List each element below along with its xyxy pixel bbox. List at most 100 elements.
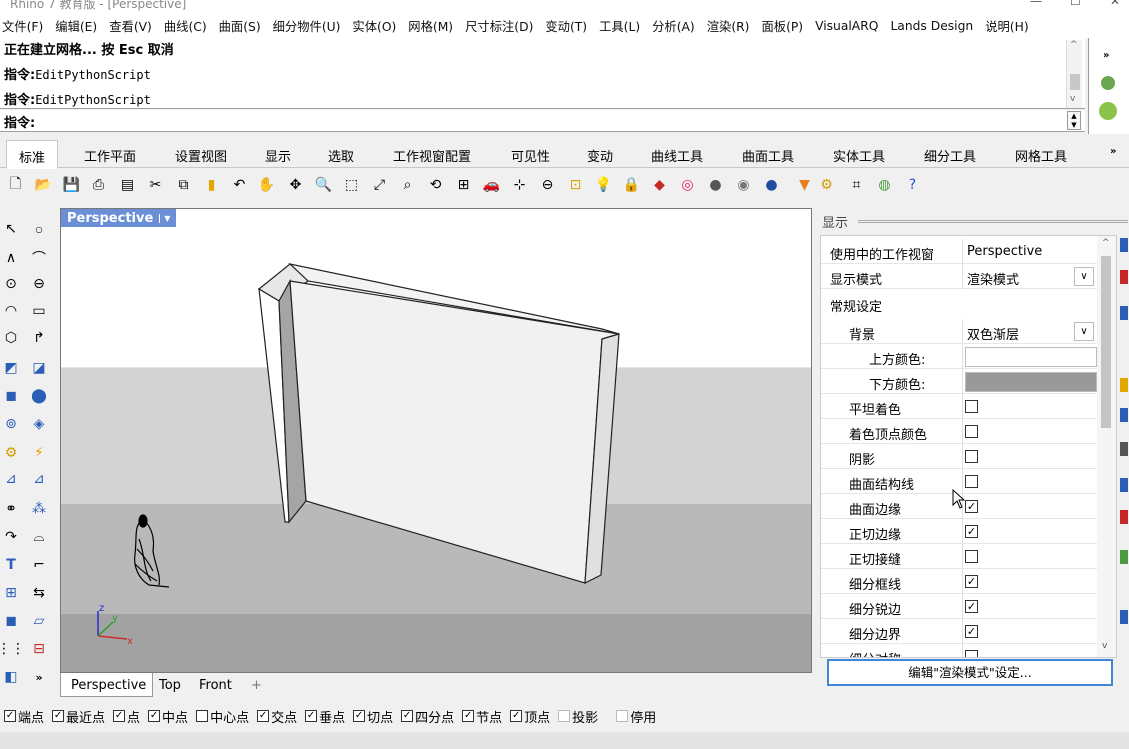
cut-icon[interactable]: ✂	[145, 174, 166, 195]
pan-icon[interactable]: ✋	[256, 174, 277, 195]
box-icon[interactable]: ◼	[0, 385, 22, 407]
menu-mesh[interactable]: 网格(M)	[408, 17, 453, 35]
text-icon[interactable]: T	[0, 554, 22, 576]
menu-view[interactable]: 查看(V)	[109, 17, 152, 35]
paste-icon[interactable]: ▮	[201, 174, 222, 195]
chevron-down-icon[interactable]: ▼	[159, 213, 170, 223]
circle-icon[interactable]: ⊙	[0, 273, 22, 295]
zoom-extents-icon[interactable]: ⤢	[369, 174, 390, 195]
osnap-project[interactable]: 投影	[558, 707, 598, 726]
menu-render[interactable]: 渲染(R)	[707, 17, 750, 35]
analyze-icon[interactable]: ◧	[0, 666, 22, 688]
menu-subd[interactable]: 细分物件(U)	[273, 17, 341, 35]
option-checkbox[interactable]: ✓	[965, 625, 978, 638]
rectangle-icon[interactable]: ▭	[28, 300, 50, 322]
sphere-render-icon[interactable]: ●	[705, 174, 726, 195]
sphere-shaded-icon[interactable]: ◉	[733, 174, 754, 195]
row-option[interactable]: 阴影	[821, 444, 1099, 469]
osnap-end[interactable]: ✓ 端点	[4, 707, 44, 726]
menu-surface[interactable]: 曲面(S)	[219, 17, 261, 35]
menu-dimension[interactable]: 尺寸标注(D)	[465, 17, 533, 35]
car-icon[interactable]: 🚗	[481, 174, 502, 195]
osnap-vertex[interactable]: ✓ 顶点	[510, 707, 550, 726]
menu-edit[interactable]: 编辑(E)	[55, 17, 97, 35]
option-checkbox[interactable]	[965, 425, 978, 438]
tree-icon[interactable]	[1101, 76, 1115, 90]
undo-view-icon[interactable]: ⟲	[425, 174, 446, 195]
option-checkbox[interactable]	[965, 650, 978, 657]
tab-select[interactable]: 选取	[328, 146, 354, 165]
cplane-icon[interactable]: ⊖	[537, 174, 558, 195]
scroll-thumb[interactable]	[1101, 256, 1111, 428]
tab-set-view[interactable]: 设置视图	[175, 146, 227, 165]
split-icon[interactable]: ⁂	[28, 498, 50, 520]
new-file-icon[interactable]: 🗋	[5, 174, 26, 195]
menu-help[interactable]: 说明(H)	[985, 17, 1028, 35]
menu-file[interactable]: 文件(F)	[2, 17, 43, 35]
display-mode-select[interactable]: 渲染模式	[967, 269, 1019, 288]
option-checkbox[interactable]: ✓	[965, 600, 978, 613]
fillet-curve-icon[interactable]: ↱	[28, 327, 50, 349]
osnap-disable[interactable]: 停用	[616, 707, 656, 726]
lock-icon[interactable]: 🔒	[621, 174, 642, 195]
side-tool-icon[interactable]	[1120, 270, 1128, 284]
option-checkbox[interactable]: ✓	[965, 500, 978, 513]
side-tool-icon[interactable]	[1120, 550, 1128, 564]
mesh-plane-icon[interactable]: ◈	[28, 413, 50, 435]
pointer-icon[interactable]: ▼	[794, 174, 815, 195]
lightning-icon[interactable]: ⚡	[28, 442, 50, 464]
command-input[interactable]: 指令:	[0, 110, 1085, 132]
side-tool-icon[interactable]	[1120, 378, 1128, 392]
tab-transform[interactable]: 变动	[587, 146, 613, 165]
print-icon[interactable]: ⎙	[88, 174, 109, 195]
polygon-icon[interactable]: ⬡	[0, 327, 22, 349]
row-option[interactable]: 平坦着色	[821, 394, 1099, 419]
osnap-knot[interactable]: ✓ 节点	[462, 707, 502, 726]
row-option[interactable]: 细分框线 ✓	[821, 569, 1099, 594]
boolean-icon[interactable]: ⚭	[0, 498, 22, 520]
row-bottom-color[interactable]: 下方颜色:	[821, 369, 1099, 394]
chevron-down-icon[interactable]: ∨	[1074, 322, 1094, 341]
side-tool-icon[interactable]	[1120, 238, 1128, 252]
scroll-up-icon[interactable]: ^	[1102, 238, 1110, 248]
chevron-down-icon[interactable]: ∨	[1074, 267, 1094, 286]
properties-icon[interactable]: ▤	[117, 174, 138, 195]
osnap-point[interactable]: ✓ 点	[113, 707, 140, 726]
tab-standard[interactable]: 标准	[6, 140, 59, 169]
surface-edge-icon[interactable]: ◪	[28, 357, 50, 379]
open-file-icon[interactable]: 📂	[33, 174, 54, 195]
expand-icon[interactable]: »	[1103, 50, 1109, 61]
option-checkbox[interactable]: ✓	[965, 525, 978, 538]
viewport-tab-perspective[interactable]: Perspective	[60, 673, 154, 697]
zoom-window-icon[interactable]: ⬚	[341, 174, 362, 195]
menu-curve[interactable]: 曲线(C)	[164, 17, 207, 35]
block-icon[interactable]: ◼	[0, 610, 22, 632]
osnap-mid[interactable]: ✓ 中点	[148, 707, 188, 726]
point-icon[interactable]: ○	[28, 218, 50, 240]
option-checkbox[interactable]	[965, 475, 978, 488]
object-snap-icon[interactable]: ⊹	[509, 174, 530, 195]
maximize-icon[interactable]: ☐	[1070, 0, 1081, 8]
globe-icon[interactable]: ◍	[874, 174, 895, 195]
row-general-settings[interactable]: 常规设定	[821, 291, 1099, 316]
extrude-icon[interactable]: ⊿	[0, 468, 22, 490]
menu-analyze[interactable]: 分析(A)	[652, 17, 695, 35]
row-top-color[interactable]: 上方颜色:	[821, 344, 1099, 369]
row-background[interactable]: 背景 双色渐层 ∨	[821, 319, 1099, 344]
row-option[interactable]: 细分锐边 ✓	[821, 594, 1099, 619]
side-tool-icon[interactable]	[1120, 610, 1128, 624]
settings-icon[interactable]: ⚙	[816, 174, 837, 195]
scroll-up-icon[interactable]: ^	[1070, 40, 1078, 50]
cylinder-icon[interactable]: ⊚	[0, 413, 22, 435]
surface-icon[interactable]: ◩	[0, 357, 22, 379]
row-option[interactable]: 细分对称	[821, 644, 1099, 657]
sphere-blue-icon[interactable]: ●	[761, 174, 782, 195]
tab-surface-tools[interactable]: 曲面工具	[742, 146, 794, 165]
side-tool-icon[interactable]	[1120, 306, 1128, 320]
grid-plane-icon[interactable]: ▱	[28, 610, 50, 632]
row-option[interactable]: 正切边缘 ✓	[821, 519, 1099, 544]
plant-icon[interactable]	[1099, 102, 1117, 120]
side-tool-icon[interactable]	[1120, 510, 1128, 524]
option-checkbox[interactable]: ✓	[965, 575, 978, 588]
tab-solid-tools[interactable]: 实体工具	[833, 146, 885, 165]
